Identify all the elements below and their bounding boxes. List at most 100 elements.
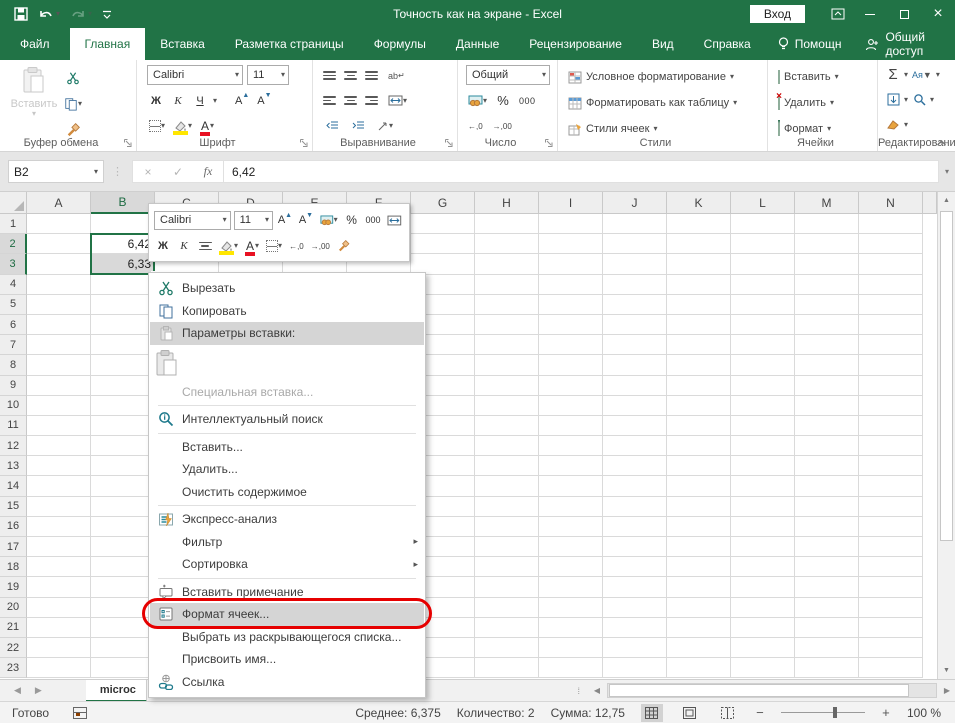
minimize-button[interactable]	[853, 0, 887, 28]
cell-N16[interactable]	[859, 517, 923, 537]
cell-I17[interactable]	[539, 537, 603, 557]
column-header-N[interactable]: N	[859, 192, 923, 214]
cell-H5[interactable]	[475, 295, 539, 315]
cell-A23[interactable]	[27, 658, 91, 678]
cell-L21[interactable]	[731, 618, 795, 638]
cell-I14[interactable]	[539, 476, 603, 496]
cell-M10[interactable]	[795, 396, 859, 416]
row-header-16[interactable]: 16	[0, 517, 27, 537]
cell-K9[interactable]	[667, 376, 731, 396]
confirm-entry-button[interactable]: ✓	[163, 165, 193, 179]
cell-B22[interactable]	[91, 638, 155, 658]
cell-K18[interactable]	[667, 557, 731, 577]
mini-percent[interactable]: %	[343, 211, 361, 230]
mini-thousands[interactable]: 000	[364, 211, 383, 230]
cell-K2[interactable]	[667, 234, 731, 254]
cell-J8[interactable]	[603, 355, 667, 375]
cell-N5[interactable]	[859, 295, 923, 315]
cell-A5[interactable]	[27, 295, 91, 315]
row-header-4[interactable]: 4	[0, 275, 27, 295]
cell-B17[interactable]	[91, 537, 155, 557]
cell-I1[interactable]	[539, 214, 603, 234]
cell-N13[interactable]	[859, 456, 923, 476]
cell-J11[interactable]	[603, 416, 667, 436]
cell-N4[interactable]	[859, 275, 923, 295]
cell-K12[interactable]	[667, 436, 731, 456]
cell-M9[interactable]	[795, 376, 859, 396]
mini-font-combo[interactable]: Calibri▾	[154, 211, 231, 230]
cell-L12[interactable]	[731, 436, 795, 456]
align-left-icon[interactable]	[323, 96, 336, 105]
cell-B3[interactable]: 6,33	[91, 254, 155, 274]
cell-A10[interactable]	[27, 396, 91, 416]
cell-K17[interactable]	[667, 537, 731, 557]
redo-dropdown-arrow[interactable]: ▾	[88, 10, 92, 18]
ribbon-tab-Вид[interactable]: Вид	[637, 28, 689, 60]
cell-H16[interactable]	[475, 517, 539, 537]
cell-K1[interactable]	[667, 214, 731, 234]
cell-L13[interactable]	[731, 456, 795, 476]
ribbon-tab-Данные[interactable]: Данные	[441, 28, 514, 60]
cell-H6[interactable]	[475, 315, 539, 335]
cell-I4[interactable]	[539, 275, 603, 295]
cell-L4[interactable]	[731, 275, 795, 295]
row-header-5[interactable]: 5	[0, 295, 27, 315]
vertical-scrollbar[interactable]: ▲ ▼	[937, 192, 955, 679]
cell-A8[interactable]	[27, 355, 91, 375]
cell-H19[interactable]	[475, 577, 539, 597]
cell-B9[interactable]	[91, 376, 155, 396]
cut-button[interactable]	[62, 68, 84, 87]
cell-J18[interactable]	[603, 557, 667, 577]
cell-A19[interactable]	[27, 577, 91, 597]
row-header-7[interactable]: 7	[0, 335, 27, 355]
cell-I2[interactable]	[539, 234, 603, 254]
cell-J13[interactable]	[603, 456, 667, 476]
cell-J12[interactable]	[603, 436, 667, 456]
cell-H7[interactable]	[475, 335, 539, 355]
cell-I19[interactable]	[539, 577, 603, 597]
number-format-combo[interactable]: Общий▾	[466, 65, 550, 85]
mini-size-combo[interactable]: 11▾	[234, 211, 273, 230]
column-header-G[interactable]: G	[411, 192, 475, 214]
cell-A13[interactable]	[27, 456, 91, 476]
cell-N18[interactable]	[859, 557, 923, 577]
cell-H4[interactable]	[475, 275, 539, 295]
active-sheet-tab[interactable]: microc	[86, 680, 147, 702]
sort-filter-button[interactable]: Ая▼	[910, 65, 934, 84]
name-box[interactable]: B2 ▾	[8, 160, 104, 183]
cell-J14[interactable]	[603, 476, 667, 496]
horizontal-scroll-thumb[interactable]	[609, 684, 909, 697]
row-header-14[interactable]: 14	[0, 476, 27, 496]
menu-item-Сортировка[interactable]: Сортировка▸	[150, 553, 424, 576]
cell-L7[interactable]	[731, 335, 795, 355]
cell-B13[interactable]	[91, 456, 155, 476]
zoom-slider-thumb[interactable]	[833, 707, 837, 718]
cell-K22[interactable]	[667, 638, 731, 658]
menu-item-paste-preview[interactable]	[150, 345, 424, 381]
cell-I22[interactable]	[539, 638, 603, 658]
cell-H8[interactable]	[475, 355, 539, 375]
cell-B1[interactable]	[91, 214, 155, 234]
cell-L15[interactable]	[731, 497, 795, 517]
cell-K15[interactable]	[667, 497, 731, 517]
name-box-arrow[interactable]: ▾	[94, 168, 98, 176]
cell-N21[interactable]	[859, 618, 923, 638]
mini-borders[interactable]: ▾	[264, 237, 284, 256]
align-top-icon[interactable]	[323, 71, 336, 80]
cell-H17[interactable]	[475, 537, 539, 557]
cell-N8[interactable]	[859, 355, 923, 375]
cell-H1[interactable]	[475, 214, 539, 234]
cell-A18[interactable]	[27, 557, 91, 577]
cell-K10[interactable]	[667, 396, 731, 416]
cells-button-1[interactable]: Удалить▾	[778, 92, 839, 114]
cell-B10[interactable]	[91, 396, 155, 416]
row-header-20[interactable]: 20	[0, 598, 27, 618]
cell-L20[interactable]	[731, 598, 795, 618]
cell-L5[interactable]	[731, 295, 795, 315]
cell-H14[interactable]	[475, 476, 539, 496]
cell-N22[interactable]	[859, 638, 923, 658]
cell-J4[interactable]	[603, 275, 667, 295]
cell-J6[interactable]	[603, 315, 667, 335]
cell-A9[interactable]	[27, 376, 91, 396]
autosum-button[interactable]: Σ	[884, 65, 902, 84]
